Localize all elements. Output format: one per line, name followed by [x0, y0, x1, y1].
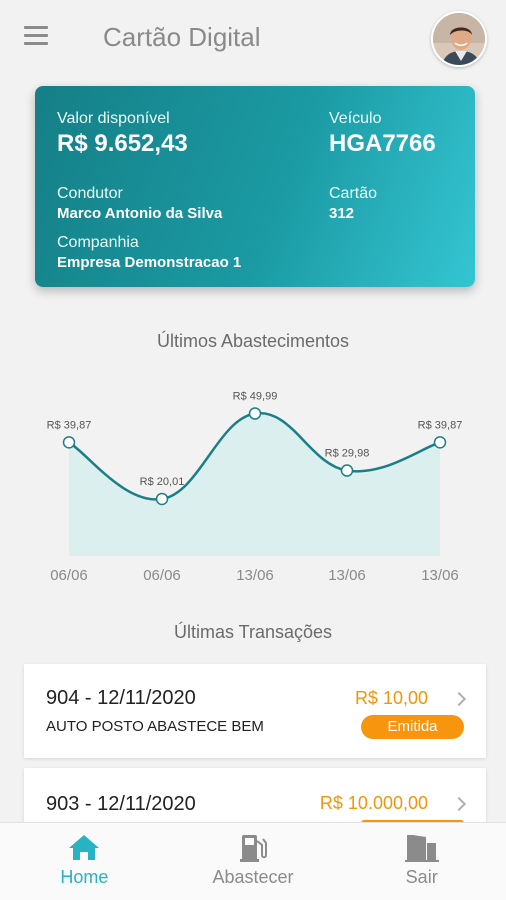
card-number-label: Cartão	[329, 185, 378, 202]
chart-point[interactable]	[62, 436, 76, 449]
company-value: Empresa Demonstracao 1	[57, 254, 242, 271]
chart-data-label: R$ 39,87	[47, 419, 92, 431]
chart-point[interactable]	[340, 464, 354, 477]
chart-data-label: R$ 49,99	[233, 391, 278, 403]
vehicle-value: HGA7766	[329, 130, 436, 157]
chart-point[interactable]	[248, 407, 262, 420]
tab-abastecer-label: Abastecer	[212, 867, 294, 887]
chevron-right-icon	[451, 691, 467, 707]
top-bar: Cartão Digital	[0, 0, 506, 78]
digital-card: Valor disponível R$ 9.652,43 Veículo HGA…	[35, 86, 475, 287]
card-number-value: 312	[329, 205, 355, 222]
transaction-amount: R$ 10.000,00	[319, 793, 428, 813]
page-title: Cartão Digital	[103, 22, 261, 52]
tab-sair-label: Sair	[405, 867, 438, 887]
chart-point[interactable]	[155, 492, 169, 506]
transaction-station: AUTO POSTO ABASTECE BEM	[46, 718, 264, 735]
chart-x-tick-label: 06/06	[143, 567, 181, 584]
chart-x-tick-label: 13/06	[328, 567, 366, 584]
chart-x-tick-label: 13/06	[421, 567, 459, 584]
fuel-chart: R$ 39,87 06/06 R$ 20,01 06/06 R$ 49,99 13/06 R…	[0, 375, 506, 590]
transaction-title: 903 - 12/11/2020	[46, 793, 196, 815]
tab-abastecer[interactable]: Abastecer	[169, 823, 338, 900]
transaction-title: 904 - 12/11/2020	[46, 687, 196, 709]
fuel-chart-svg: R$ 39,87 06/06 R$ 20,01 06/06 R$ 49,99 13/06 R…	[47, 391, 463, 584]
chart-point[interactable]	[433, 436, 447, 449]
status-badge: Emitida	[361, 715, 464, 739]
avatar[interactable]	[431, 11, 487, 67]
company-label: Companhia	[57, 234, 139, 251]
chart-data-label: R$ 29,98	[325, 448, 370, 460]
chart-data-label: R$ 20,01	[140, 476, 185, 488]
chart-x-tick-label: 06/06	[50, 567, 88, 584]
available-value: R$ 9.652,43	[57, 130, 188, 157]
tab-home-label: Home	[60, 867, 109, 887]
home-icon	[67, 833, 101, 866]
chart-section-title: Últimos Abastecimentos	[156, 331, 350, 351]
chart-x-tick-label: 13/06	[236, 567, 274, 584]
tab-sair[interactable]: Sair	[337, 823, 506, 900]
fuel-pump-icon	[238, 833, 268, 868]
tab-home[interactable]: Home	[0, 823, 169, 900]
bottom-tab-bar: Home Abastecer Sair	[0, 822, 506, 900]
transactions-section-title: Últimas Transações	[173, 622, 333, 642]
driver-label: Condutor	[57, 185, 123, 202]
transaction-amount: R$ 10,00	[354, 688, 428, 708]
hamburger-menu-icon[interactable]	[24, 26, 48, 48]
driver-value: Marco Antonio da Silva	[57, 205, 223, 222]
chart-data-label: R$ 39,87	[418, 419, 463, 431]
vehicle-label: Veículo	[329, 110, 382, 127]
available-label: Valor disponível	[57, 110, 170, 127]
chart-area	[69, 413, 440, 556]
exit-door-icon	[404, 833, 440, 868]
transaction-item[interactable]: 904 - 12/11/2020 AUTO POSTO ABASTECE BEM…	[24, 664, 486, 758]
chevron-right-icon	[451, 796, 467, 812]
